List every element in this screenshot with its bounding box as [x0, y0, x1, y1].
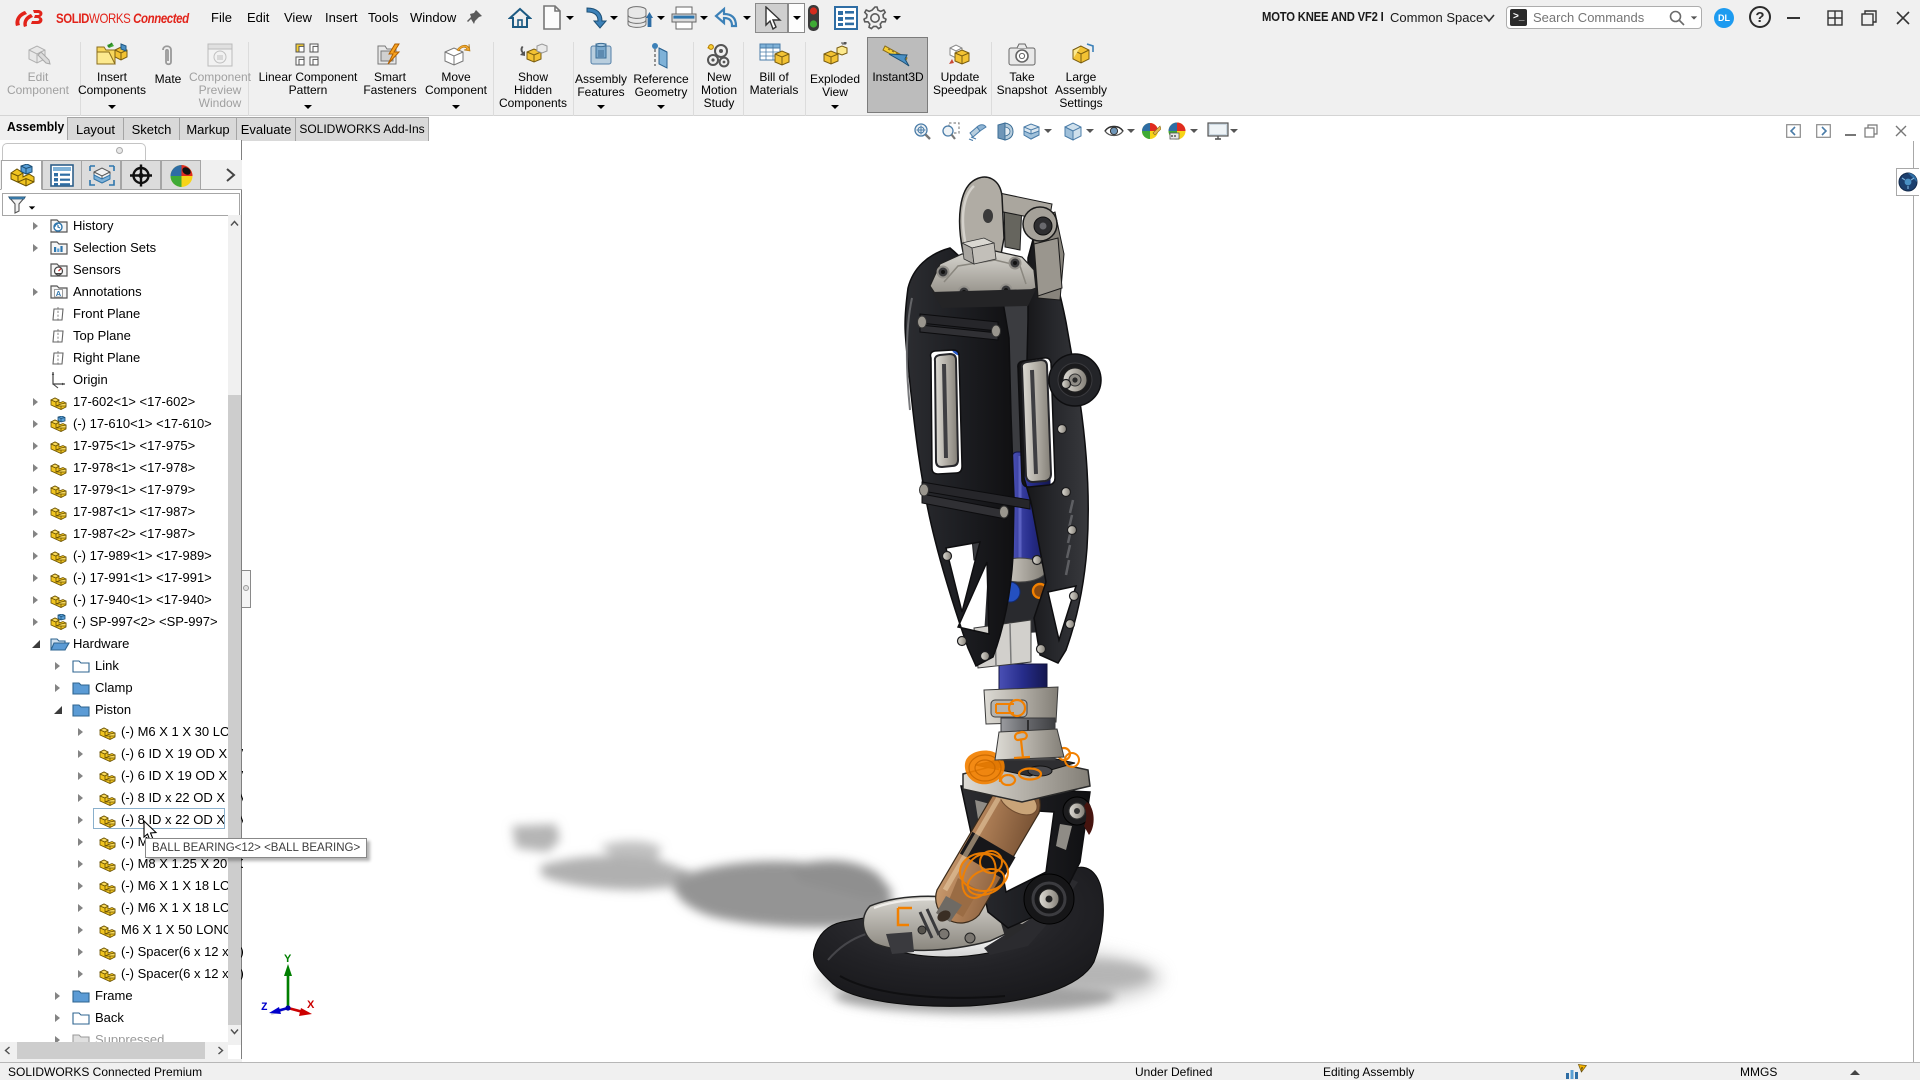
svg-text:X: X [307, 999, 315, 1011]
svg-text:Z: Z [261, 1002, 268, 1014]
svg-text:Y: Y [284, 953, 292, 965]
svg-text:A: A [56, 289, 62, 298]
